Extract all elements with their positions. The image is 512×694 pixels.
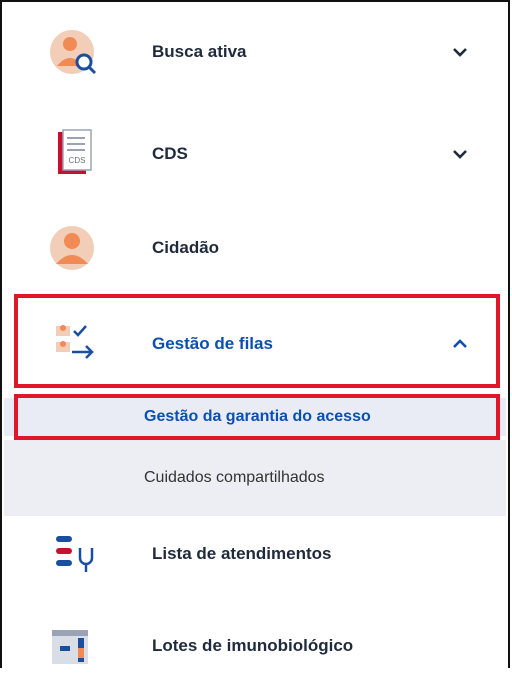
- submenu-item-gestao-garantia-acesso[interactable]: Gestão da garantia do acesso: [4, 398, 506, 436]
- menu-item-cidadao[interactable]: Cidadão: [4, 200, 506, 296]
- cidadao-icon: [50, 226, 94, 270]
- lista-atendimentos-icon: [56, 536, 94, 572]
- menu-item-label: Cidadão: [152, 238, 220, 257]
- side-menu: Busca ativa CDS CDS Cidadão Gestão de fi…: [0, 0, 510, 668]
- menu-item-label: CDS: [152, 144, 188, 163]
- cds-document-icon: CDS: [58, 129, 92, 174]
- chevron-up-icon[interactable]: [450, 334, 470, 354]
- menu-item-label: Lotes de imunobiológico: [152, 636, 354, 655]
- lotes-imunobiologico-icon: [52, 630, 88, 664]
- submenu-item-cuidados-compartilhados[interactable]: Cuidados compartilhados: [4, 440, 506, 516]
- menu-item-label: Busca ativa: [152, 42, 247, 61]
- menu-item-label: Lista de atendimentos: [152, 544, 332, 563]
- menu-item-gestao-de-filas[interactable]: Gestão de filas: [4, 296, 506, 392]
- busca-ativa-icon: [50, 30, 97, 75]
- chevron-down-icon[interactable]: [450, 42, 470, 62]
- menu-item-label: Gestão de filas: [152, 334, 273, 353]
- menu-item-cds[interactable]: CDS CDS: [4, 106, 506, 202]
- menu-item-lotes-imunobiologico[interactable]: Lotes de imunobiológico: [4, 598, 506, 694]
- submenu-item-label: Cuidados compartilhados: [144, 469, 325, 486]
- cds-icon-text: CDS: [69, 156, 86, 165]
- chevron-down-icon[interactable]: [450, 144, 470, 164]
- submenu-item-label: Gestão da garantia do acesso: [144, 408, 371, 425]
- menu-item-busca-ativa[interactable]: Busca ativa: [4, 4, 506, 100]
- menu-item-lista-atendimentos[interactable]: Lista de atendimentos: [4, 506, 506, 602]
- gestao-filas-icon: [56, 325, 94, 359]
